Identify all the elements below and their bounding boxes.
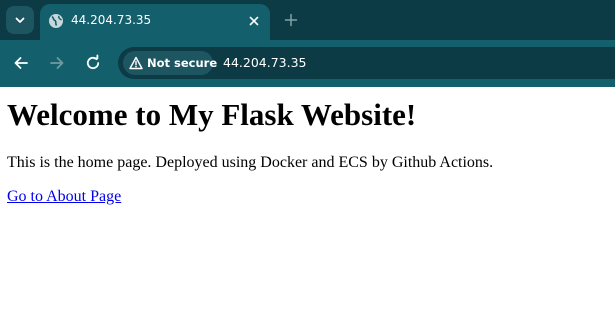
active-tab[interactable]: 44.204.73.35 xyxy=(40,4,270,40)
warning-triangle-icon xyxy=(129,56,143,70)
chevron-down-icon xyxy=(15,17,25,23)
page-title: Welcome to My Flask Website! xyxy=(7,97,417,132)
reload-icon[interactable] xyxy=(84,54,102,72)
url-text[interactable]: 44.204.73.35 xyxy=(223,55,307,70)
browser-toolbar: Not secure 44.204.73.35 xyxy=(0,40,615,87)
security-chip[interactable]: Not secure xyxy=(123,51,217,75)
security-label: Not secure xyxy=(147,56,218,70)
tab-strip: 44.204.73.35 xyxy=(0,0,615,40)
plus-icon[interactable] xyxy=(283,12,299,28)
arrow-left-icon[interactable] xyxy=(12,54,30,72)
close-icon[interactable] xyxy=(246,13,262,29)
arrow-right-icon[interactable] xyxy=(48,54,66,72)
about-page-link[interactable]: Go to About Page xyxy=(7,188,121,206)
address-bar[interactable]: Not secure 44.204.73.35 xyxy=(118,47,615,79)
globe-icon xyxy=(49,14,63,28)
tab-title: 44.204.73.35 xyxy=(71,13,152,27)
intro-text: This is the home page. Deployed using Do… xyxy=(7,154,494,171)
page-content: Welcome to My Flask Website! This is the… xyxy=(0,87,615,336)
tab-search-button[interactable] xyxy=(6,6,34,34)
